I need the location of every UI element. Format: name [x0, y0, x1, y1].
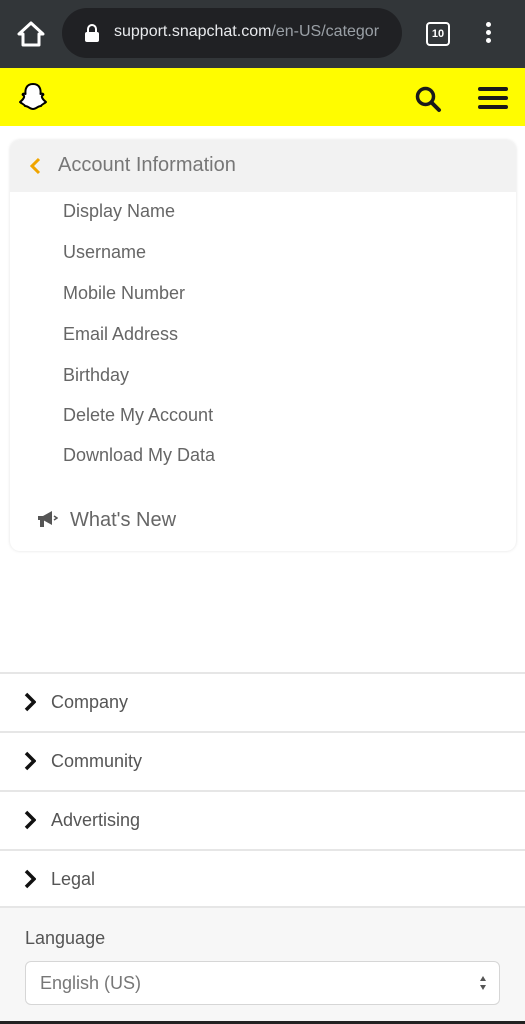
footer-item-company[interactable]: Company [0, 672, 525, 731]
whats-new-link[interactable]: What's New [70, 509, 176, 532]
url-text: support.snapchat.com/en-US/categor [114, 23, 380, 40]
subcategory-link[interactable]: Display Name [63, 201, 175, 222]
subcategory-link[interactable]: Download My Data [63, 445, 215, 466]
select-arrows-icon [479, 974, 487, 997]
card-header[interactable]: Account Information [10, 140, 516, 192]
megaphone-icon [36, 510, 59, 533]
site-header [0, 68, 525, 126]
search-icon[interactable] [414, 85, 442, 118]
address-bar[interactable]: support.snapchat.com/en-US/categor [62, 8, 402, 58]
chevron-right-icon [24, 810, 37, 835]
footer-item-label: Legal [51, 869, 96, 889]
language-section: Language English (US) [0, 906, 525, 1024]
subcategory-link[interactable]: Username [63, 242, 146, 263]
footer-item-advertising[interactable]: Advertising [0, 790, 525, 849]
footer-item-label: Community [51, 751, 143, 771]
home-icon[interactable] [16, 20, 46, 48]
footer-item-label: Company [51, 692, 129, 712]
subcategory-link[interactable]: Email Address [63, 324, 178, 345]
subcategory-link[interactable]: Delete My Account [63, 405, 213, 426]
browser-toolbar: support.snapchat.com/en-US/categor 10 [0, 0, 525, 68]
category-card: Account Information Display Name Usernam… [10, 140, 516, 551]
chevron-right-icon [24, 692, 37, 717]
chevron-right-icon [24, 751, 37, 776]
footer-item-legal[interactable]: Legal [0, 849, 525, 908]
hamburger-menu-icon[interactable] [478, 87, 508, 114]
subcategory-link[interactable]: Mobile Number [63, 283, 185, 304]
card-title: Account Information [58, 154, 236, 176]
footer-item-label: Advertising [51, 810, 141, 830]
subcategory-link[interactable]: Birthday [63, 365, 129, 386]
language-select[interactable]: English (US) [25, 961, 500, 1005]
snapchat-ghost-logo[interactable] [17, 82, 49, 117]
footer-nav: Company Community Advertising Legal [0, 672, 525, 908]
footer-item-community[interactable]: Community [0, 731, 525, 790]
language-value: English (US) [40, 973, 142, 993]
chevron-right-icon [24, 869, 37, 894]
lock-icon [84, 24, 100, 47]
more-options-icon[interactable] [480, 20, 496, 48]
language-label: Language [25, 928, 106, 948]
chevron-left-icon[interactable] [28, 157, 42, 180]
tab-switcher-button[interactable]: 10 [426, 22, 450, 46]
